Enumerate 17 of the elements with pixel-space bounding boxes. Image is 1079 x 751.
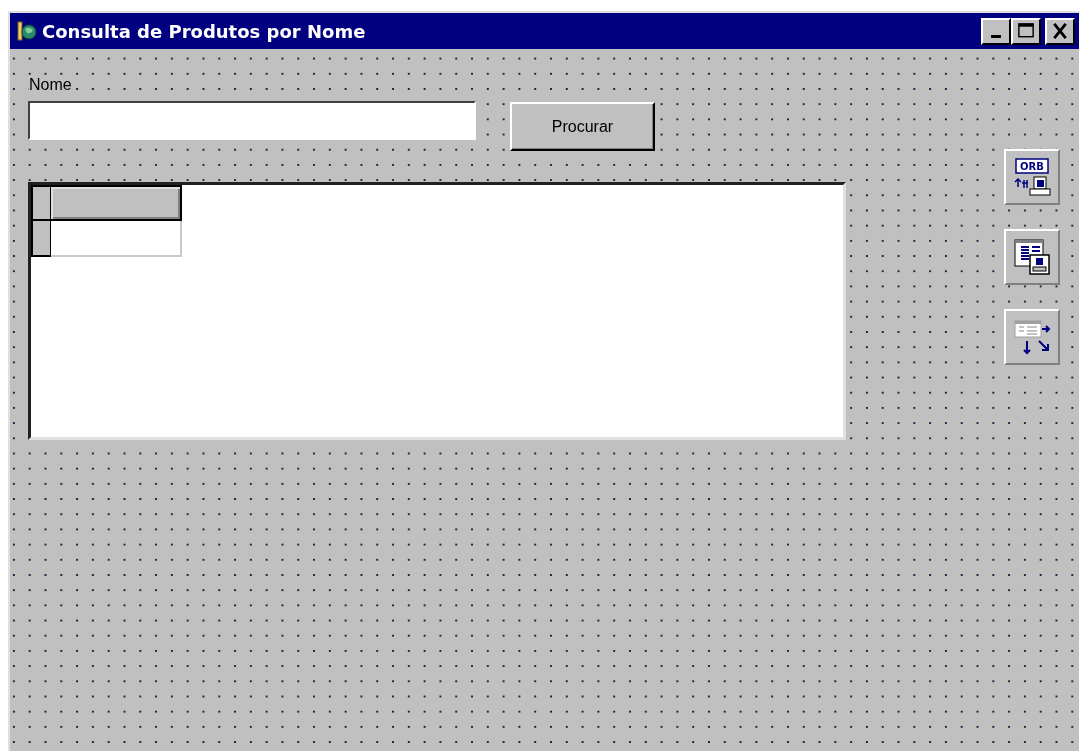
minimize-icon xyxy=(991,34,1001,38)
grid-corner-cell xyxy=(31,185,51,221)
window-title: Consulta de Produtos por Nome xyxy=(42,20,366,42)
column-header[interactable] xyxy=(51,185,182,221)
globe-icon xyxy=(16,20,38,42)
data-grid[interactable] xyxy=(28,182,846,440)
minimize-button[interactable] xyxy=(981,17,1011,45)
maximize-button[interactable] xyxy=(1011,17,1041,45)
close-icon xyxy=(1050,22,1070,40)
table-arrows-icon[interactable] xyxy=(1004,309,1060,365)
name-field[interactable] xyxy=(28,101,476,140)
maximize-icon xyxy=(1016,22,1036,40)
row-indicator[interactable] xyxy=(31,221,51,257)
table-window-icon[interactable] xyxy=(1004,229,1060,285)
orb-component-icon[interactable]: ORB xyxy=(1004,149,1060,205)
search-button[interactable]: Procurar xyxy=(510,102,655,151)
close-button[interactable] xyxy=(1045,17,1075,45)
